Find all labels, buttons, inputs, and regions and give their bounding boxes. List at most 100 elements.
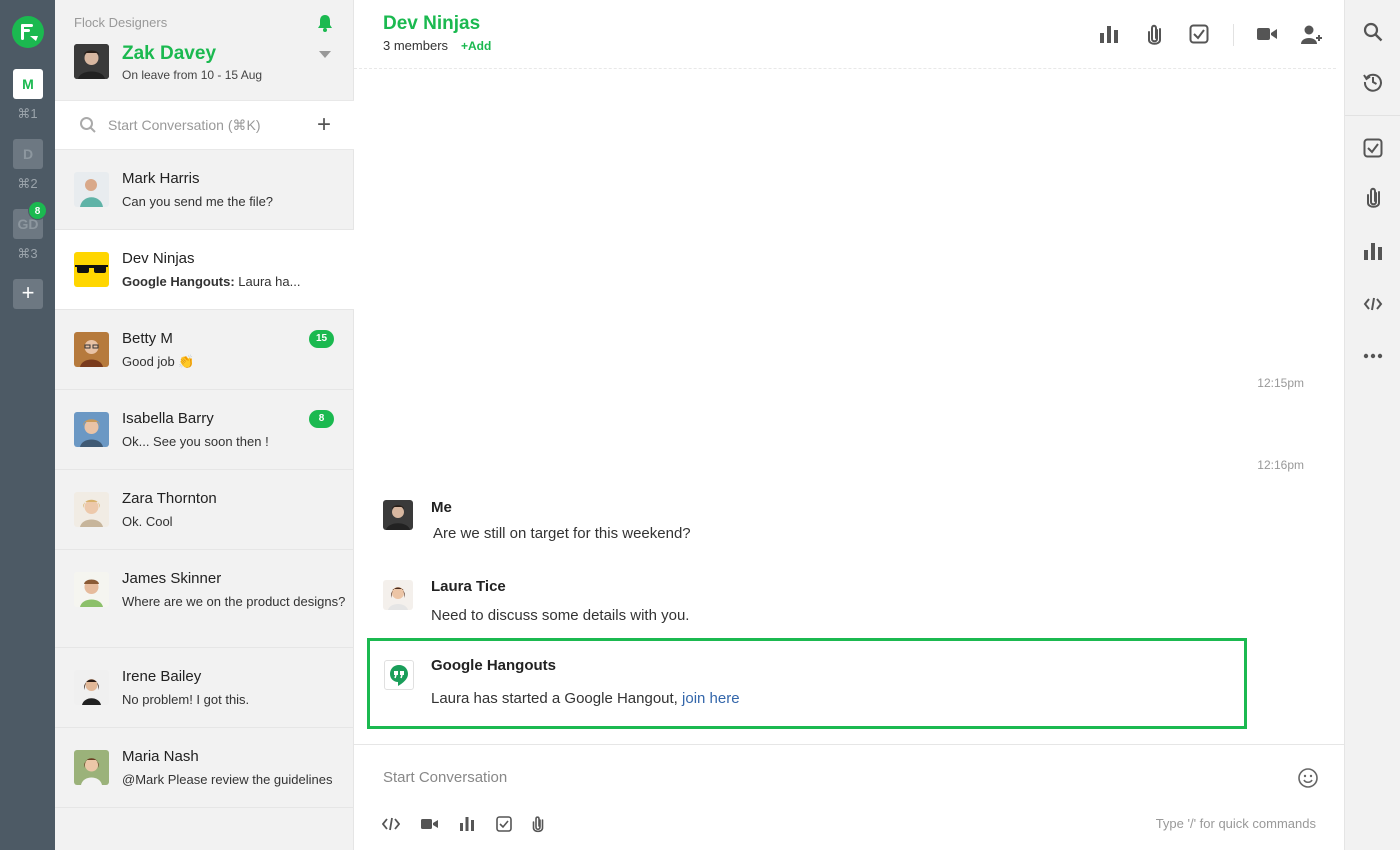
toolbar-divider xyxy=(1345,115,1400,116)
conversation-name: James Skinner xyxy=(122,570,222,587)
join-hangout-link[interactable]: join here xyxy=(682,690,740,707)
channel-header: Dev Ninjas 3 members +Add xyxy=(354,0,1336,69)
flock-logo-icon[interactable] xyxy=(12,16,44,48)
avatar xyxy=(74,172,109,207)
preview-text: Laura ha... xyxy=(234,274,301,289)
message-text: Need to discuss some details with you. xyxy=(431,607,690,624)
hangout-text: Laura has started a Google Hangout, xyxy=(431,690,683,707)
attachment-icon[interactable] xyxy=(1145,24,1163,51)
chat-panel: Dev Ninjas 3 members +Add 12:15pm 12:16p… xyxy=(354,0,1344,850)
code-snippet-icon[interactable] xyxy=(1363,295,1383,318)
avatar xyxy=(74,572,109,607)
avatar xyxy=(74,332,109,367)
avatar xyxy=(74,412,109,447)
notification-bell-icon[interactable] xyxy=(317,14,333,37)
avatar xyxy=(74,492,109,527)
add-workspace-button[interactable]: + xyxy=(13,279,43,309)
header-divider xyxy=(1233,24,1234,46)
user-avatar[interactable] xyxy=(74,44,109,79)
message-author[interactable]: Laura Tice xyxy=(431,578,506,595)
search-placeholder: Start Conversation (⌘K) xyxy=(108,117,261,133)
conversation-name: Dev Ninjas xyxy=(122,250,195,267)
attachment-icon[interactable] xyxy=(1365,187,1381,214)
search-icon[interactable] xyxy=(1363,22,1383,47)
message-text: Laura has started a Google Hangout, join… xyxy=(431,690,740,707)
message-author[interactable]: Google Hangouts xyxy=(431,657,556,674)
conversation-item-mark-harris[interactable]: Mark Harris Can you send me the file? xyxy=(55,150,354,230)
conversation-name: Zara Thornton xyxy=(122,490,217,507)
conversation-item-zara-thornton[interactable]: Zara Thornton Ok. Cool xyxy=(55,470,354,550)
conversation-name: Mark Harris xyxy=(122,170,200,187)
conversation-item-dev-ninjas[interactable]: Dev Ninjas Google Hangouts: Laura ha... xyxy=(55,230,354,310)
group-glasses-icon xyxy=(74,252,109,287)
todo-checkbox-icon[interactable] xyxy=(496,816,512,837)
unread-count-badge: 8 xyxy=(309,410,334,428)
message-author[interactable]: Me xyxy=(431,499,452,516)
conversation-item-james-skinner[interactable]: James Skinner Where are we on the produc… xyxy=(55,550,354,648)
conversation-preview: Where are we on the product designs? xyxy=(122,594,346,609)
conversation-name: Maria Nash xyxy=(122,748,199,765)
search-icon xyxy=(79,116,97,139)
message-text: Are we still on target for this weekend? xyxy=(433,525,691,542)
workspace-d[interactable]: D xyxy=(13,139,43,169)
video-call-icon[interactable] xyxy=(420,816,439,837)
message-composer: Start Conversation Type '/' for quick co… xyxy=(354,744,1344,850)
conversation-sidebar: Flock Designers Zak Davey On leave from … xyxy=(55,0,354,850)
conversation-preview: Can you send me the file? xyxy=(122,194,274,209)
chevron-down-icon[interactable] xyxy=(319,51,331,58)
add-user-icon[interactable] xyxy=(1300,24,1322,51)
conversation-preview: Good job 👏 xyxy=(122,354,195,369)
conversation-item-irene-bailey[interactable]: Irene Bailey No problem! I got this. xyxy=(55,648,354,728)
google-hangouts-message: Google Hangouts Laura has started a Goog… xyxy=(367,638,1247,729)
start-conversation-search[interactable]: Start Conversation (⌘K) + xyxy=(55,100,354,150)
conversation-name: Isabella Barry xyxy=(122,410,214,427)
unread-count-badge: 15 xyxy=(309,330,334,348)
conversation-item-betty-m[interactable]: Betty M Good job 👏 15 xyxy=(55,310,354,390)
right-toolbar xyxy=(1344,0,1400,850)
quick-commands-hint: Type '/' for quick commands xyxy=(1155,816,1316,831)
avatar xyxy=(74,750,109,785)
video-call-icon[interactable] xyxy=(1256,24,1278,49)
user-status: On leave from 10 - 15 Aug xyxy=(122,68,263,82)
conversation-preview: Ok... See you soon then ! xyxy=(122,434,269,449)
add-member-link[interactable]: +Add xyxy=(461,39,491,53)
poll-chart-icon[interactable] xyxy=(1363,241,1383,266)
user-name[interactable]: Zak Davey xyxy=(122,43,216,65)
workspace-shortcut: ⌘3 xyxy=(17,246,38,261)
google-hangouts-icon xyxy=(384,660,414,690)
preview-source: Google Hangouts: xyxy=(122,274,235,289)
todo-checkbox-icon[interactable] xyxy=(1363,138,1383,163)
conversation-name: Betty M xyxy=(122,330,173,347)
todo-checkbox-icon[interactable] xyxy=(1189,24,1209,49)
workspace-m[interactable]: M xyxy=(13,69,43,99)
poll-chart-icon[interactable] xyxy=(1099,24,1119,49)
workspace-shortcut: ⌘1 xyxy=(17,106,38,121)
conversation-item-maria-nash[interactable]: Maria Nash @Mark Please review the guide… xyxy=(55,728,354,808)
code-snippet-icon[interactable] xyxy=(381,816,401,837)
poll-chart-icon[interactable] xyxy=(459,816,475,837)
emoji-icon[interactable] xyxy=(1297,767,1319,794)
channel-title[interactable]: Dev Ninjas xyxy=(383,13,480,35)
message-timestamp: 12:15pm xyxy=(1257,376,1304,390)
attachment-icon[interactable] xyxy=(531,816,545,838)
message-timestamp: 12:16pm xyxy=(1257,458,1304,472)
conversation-preview: @Mark Please review the guidelines xyxy=(122,772,333,787)
conversation-preview: No problem! I got this. xyxy=(122,692,250,707)
sidebar-header: Flock Designers Zak Davey On leave from … xyxy=(55,0,354,100)
conversation-preview: Google Hangouts: Laura ha... xyxy=(122,272,352,292)
channel-member-count[interactable]: 3 members xyxy=(383,38,448,53)
avatar[interactable] xyxy=(383,580,413,610)
history-icon[interactable] xyxy=(1363,72,1383,97)
flock-app: M ⌘1 D ⌘2 GD 8 ⌘3 + Flock Designers Zak … xyxy=(0,0,1400,850)
message-input[interactable]: Start Conversation xyxy=(383,769,507,786)
more-options-icon[interactable] xyxy=(1363,347,1383,370)
avatar[interactable] xyxy=(383,500,413,530)
conversation-name: Irene Bailey xyxy=(122,668,202,685)
workspace-shortcut: ⌘2 xyxy=(17,176,38,191)
avatar xyxy=(74,670,109,705)
conversation-preview: Ok. Cool xyxy=(122,514,173,529)
conversation-item-isabella-barry[interactable]: Isabella Barry Ok... See you soon then !… xyxy=(55,390,354,470)
workspace-rail: M ⌘1 D ⌘2 GD 8 ⌘3 + xyxy=(0,0,55,850)
team-name: Flock Designers xyxy=(74,15,168,30)
new-conversation-button[interactable]: + xyxy=(317,113,331,137)
